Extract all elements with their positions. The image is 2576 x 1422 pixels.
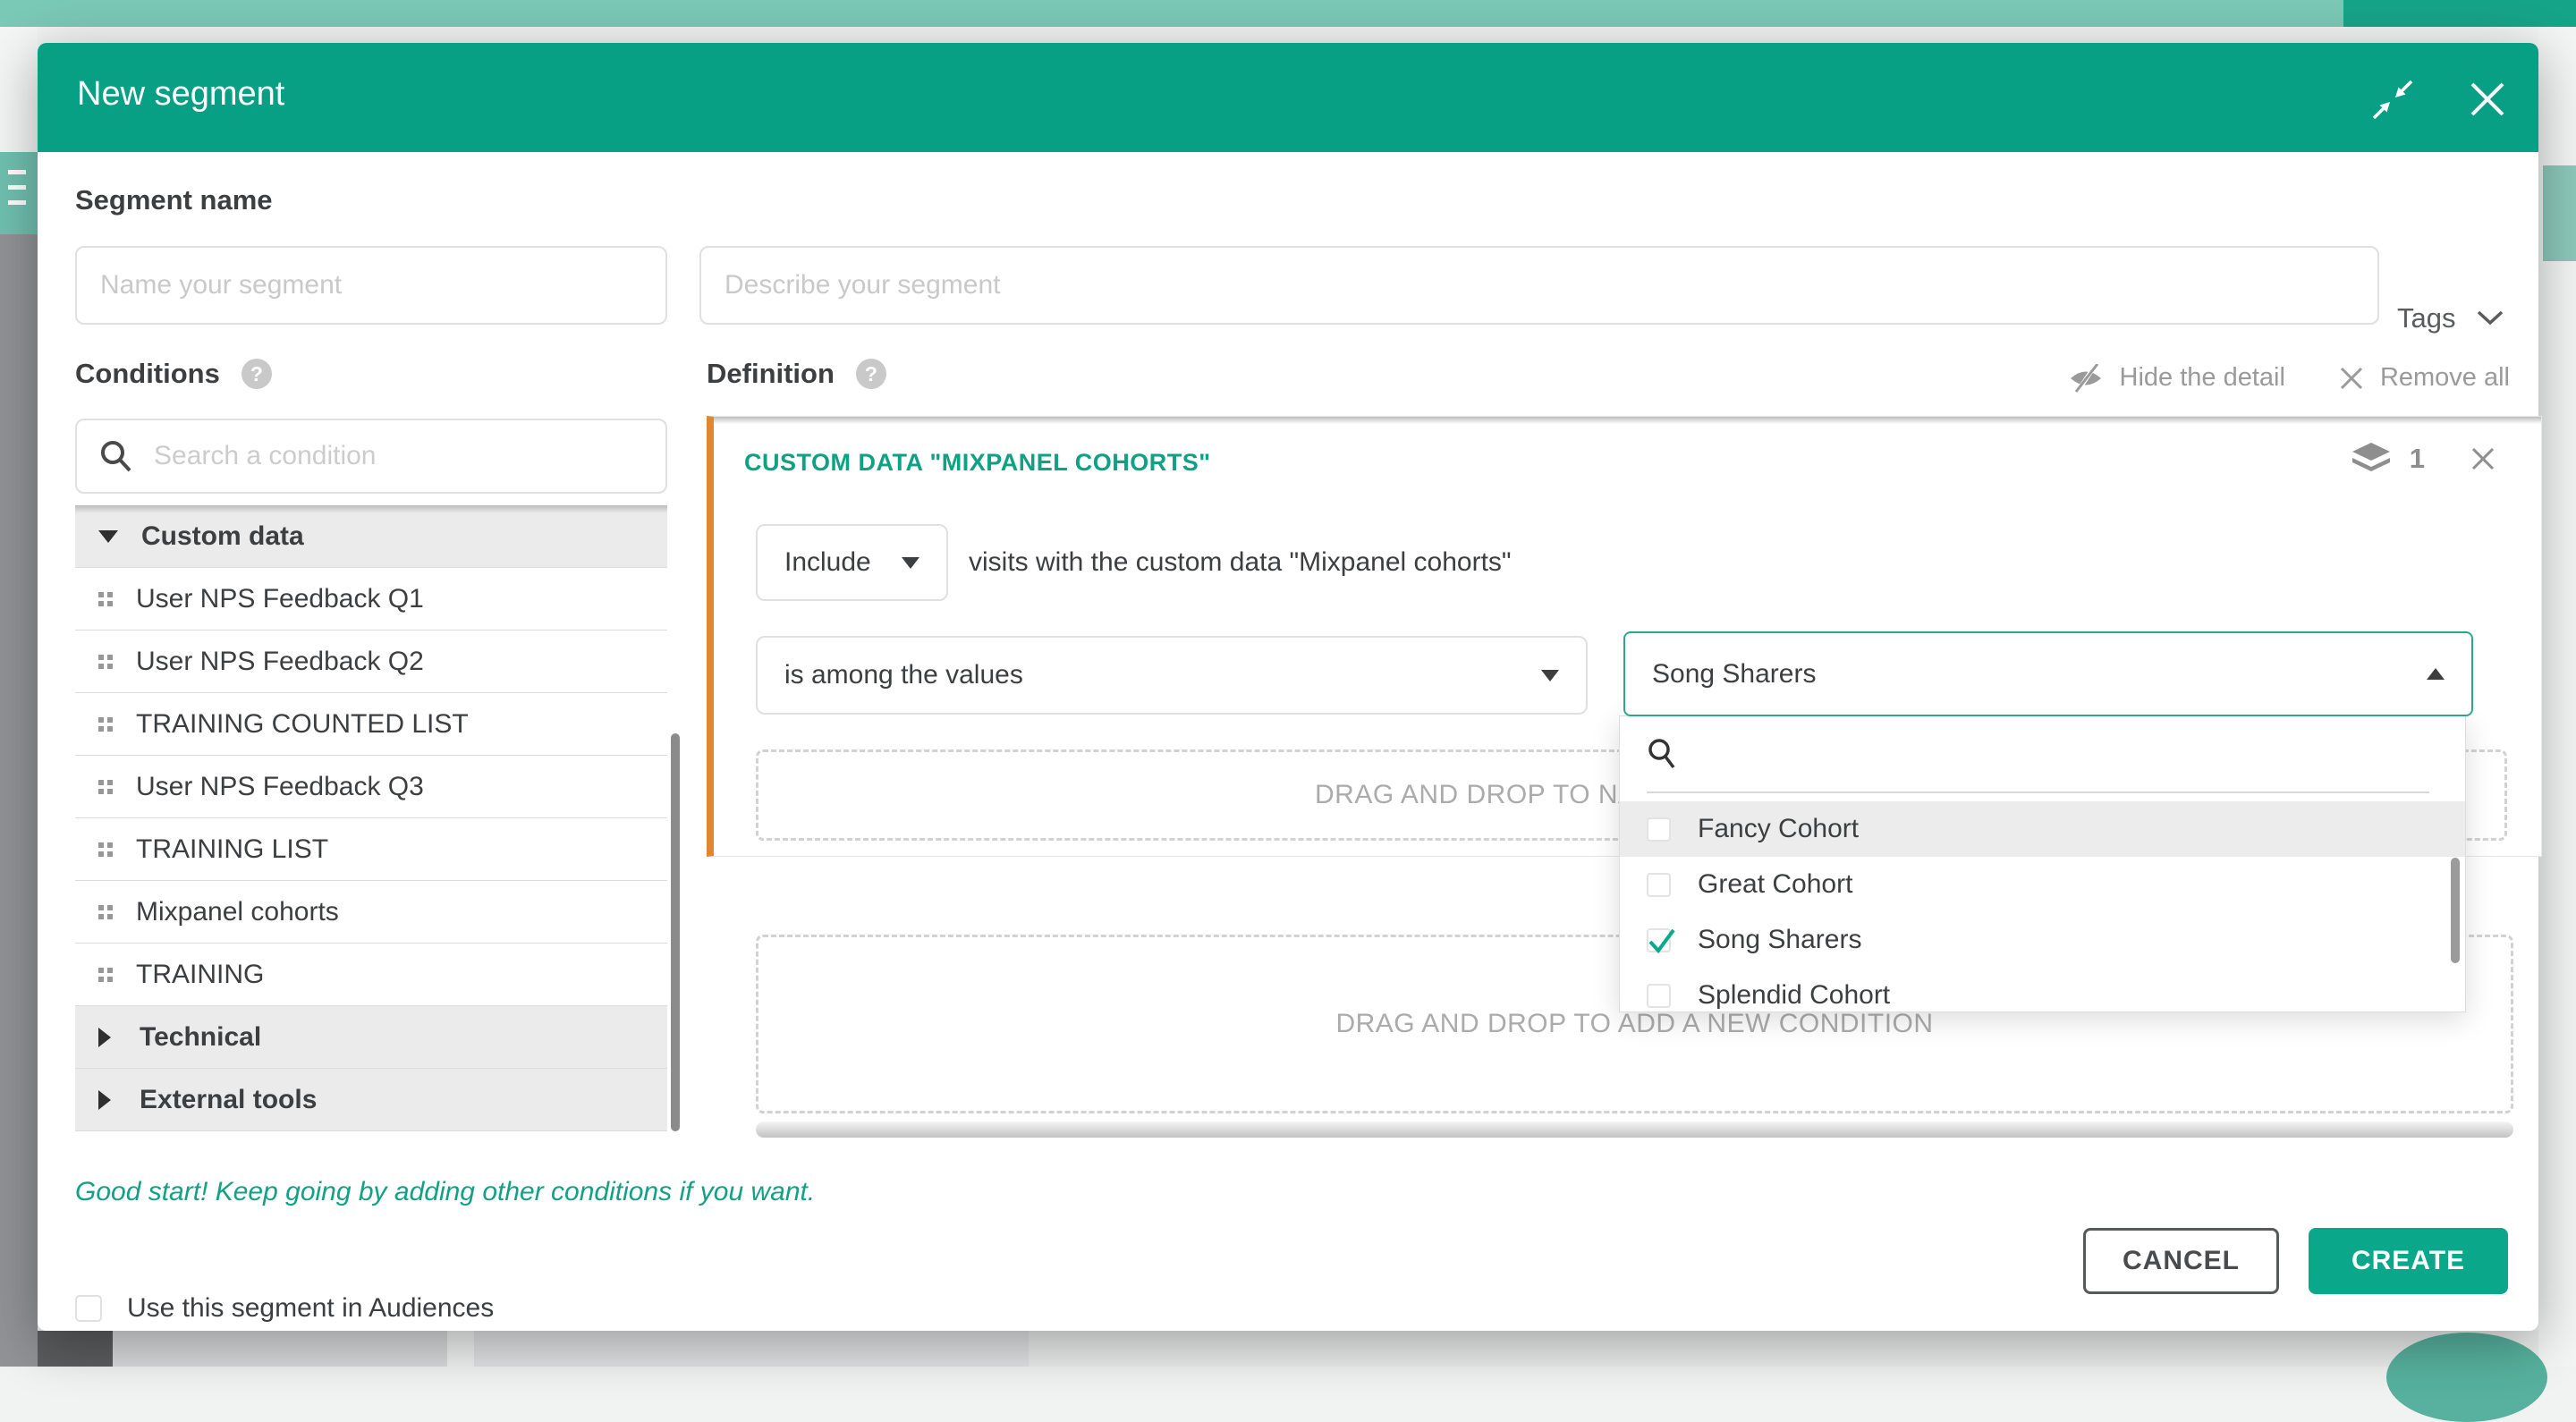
drag-handle-icon <box>98 655 113 669</box>
audiences-option: Use this segment in Audiences <box>75 1293 494 1324</box>
background-bottom-block <box>1029 1331 2538 1367</box>
audiences-checkbox[interactable] <box>75 1295 102 1322</box>
compress-arrows-icon <box>2373 80 2412 119</box>
create-button[interactable]: CREATE <box>2309 1228 2508 1294</box>
definition-tools: Hide the detail Remove all <box>2068 363 2510 393</box>
drag-handle-icon <box>98 780 113 794</box>
condition-group-external-tools[interactable]: External tools <box>75 1069 667 1131</box>
checkbox-checked[interactable] <box>1647 928 1671 952</box>
background-left-panel <box>0 234 38 1367</box>
background-topbar <box>0 0 2576 27</box>
background-bottom-block <box>474 1331 1029 1367</box>
segment-description-input[interactable] <box>699 246 2379 325</box>
help-icon[interactable]: ? <box>242 359 272 389</box>
condition-card-tools: 1 <box>2351 442 2496 476</box>
background-bottom-block <box>113 1331 447 1367</box>
condition-item[interactable]: Mixpanel cohorts <box>75 881 667 944</box>
background-bottom-block <box>38 1331 113 1367</box>
hide-detail-button[interactable]: Hide the detail <box>2068 363 2285 393</box>
remove-condition-icon[interactable] <box>2470 445 2496 472</box>
search-icon <box>1647 737 1679 771</box>
remove-x-icon <box>2339 366 2364 391</box>
conditions-header: Conditions ? <box>75 358 272 390</box>
condition-card-title: CUSTOM DATA "MIXPANEL COHORTS" <box>744 449 1211 477</box>
triangle-up-icon <box>2427 668 2445 680</box>
checkbox-unchecked[interactable] <box>1647 984 1671 1008</box>
condition-group-technical[interactable]: Technical <box>75 1006 667 1069</box>
definition-label: Definition <box>707 358 835 390</box>
close-button[interactable] <box>2467 79 2508 120</box>
definition-header: Definition ? <box>707 358 886 390</box>
condition-search <box>75 419 667 494</box>
background-floating-action-button <box>2386 1333 2547 1422</box>
background-topbar-right <box>2343 0 2576 27</box>
condition-item[interactable]: User NPS Feedback Q1 <box>75 568 667 631</box>
tags-dropdown[interactable]: Tags <box>2397 302 2504 334</box>
dropdown-option[interactable]: Splendid Cohort <box>1620 968 2466 1012</box>
dropdown-option[interactable]: Fancy Cohort <box>1620 801 2466 857</box>
dropdown-scrollbar[interactable] <box>2451 858 2460 963</box>
hamburger-menu-icon <box>0 152 38 234</box>
collapse-button[interactable] <box>2372 79 2413 120</box>
segment-name-input[interactable] <box>75 246 667 325</box>
drag-handle-icon <box>98 842 113 857</box>
conditions-scrollbar[interactable] <box>671 733 680 1131</box>
condition-item[interactable]: TRAINING COUNTED LIST <box>75 693 667 756</box>
condition-group-custom-data[interactable]: Custom data <box>75 505 667 568</box>
new-segment-modal: New segment Segment name Tags Conditions… <box>38 43 2538 1331</box>
card-top-shadow <box>714 417 2541 424</box>
help-icon[interactable]: ? <box>856 359 886 389</box>
cancel-button[interactable]: CANCEL <box>2083 1228 2279 1294</box>
condition-search-input[interactable] <box>154 441 644 471</box>
audiences-label: Use this segment in Audiences <box>127 1293 494 1324</box>
background-right-teal-band <box>2543 165 2576 261</box>
checkmark-icon <box>1647 927 1677 957</box>
values-dropdown-panel: Fancy Cohort Great Cohort Song Sharers S… <box>1619 715 2466 1012</box>
conditions-label: Conditions <box>75 358 220 390</box>
definition-horizontal-scrollbar[interactable] <box>756 1122 2513 1138</box>
condition-item[interactable]: TRAINING LIST <box>75 818 667 881</box>
conditions-list: Custom data User NPS Feedback Q1 User NP… <box>75 505 667 1131</box>
tags-label: Tags <box>2397 302 2455 334</box>
condition-item[interactable]: User NPS Feedback Q3 <box>75 756 667 818</box>
checkbox-unchecked[interactable] <box>1647 817 1671 842</box>
triangle-down-icon <box>1541 670 1559 681</box>
checkbox-unchecked[interactable] <box>1647 873 1671 897</box>
include-select[interactable]: Include <box>756 524 948 601</box>
search-icon <box>98 438 134 474</box>
operator-select[interactable]: is among the values <box>756 636 1588 715</box>
include-description: visits with the custom data "Mixpanel co… <box>969 547 1512 578</box>
drag-handle-icon <box>98 592 113 606</box>
drag-handle-icon <box>98 968 113 982</box>
triangle-right-icon <box>98 1090 111 1110</box>
dropdown-search <box>1647 716 2429 793</box>
chevron-down-icon <box>2477 310 2504 326</box>
dropdown-option[interactable]: Great Cohort <box>1620 857 2466 912</box>
dropdown-search-input[interactable] <box>1697 740 2429 769</box>
triangle-down-icon <box>98 530 118 543</box>
triangle-down-icon <box>902 557 919 569</box>
drag-handle-icon <box>98 905 113 919</box>
layers-icon <box>2351 442 2392 476</box>
values-select[interactable]: Song Sharers <box>1623 631 2473 716</box>
remove-all-button[interactable]: Remove all <box>2339 363 2510 393</box>
condition-item[interactable]: User NPS Feedback Q2 <box>75 631 667 693</box>
drag-handle-icon <box>98 717 113 732</box>
layer-count: 1 <box>2351 442 2425 476</box>
close-icon <box>2468 80 2507 119</box>
modal-header: New segment <box>38 43 2538 152</box>
triangle-right-icon <box>98 1028 111 1047</box>
eye-off-icon <box>2068 364 2104 393</box>
dropdown-option[interactable]: Song Sharers <box>1620 912 2466 968</box>
encouragement-hint: Good start! Keep going by adding other c… <box>75 1177 815 1207</box>
condition-item[interactable]: TRAINING <box>75 944 667 1006</box>
background-bottom-block <box>447 1331 474 1367</box>
modal-title: New segment <box>77 75 284 114</box>
segment-name-label: Segment name <box>75 184 273 216</box>
